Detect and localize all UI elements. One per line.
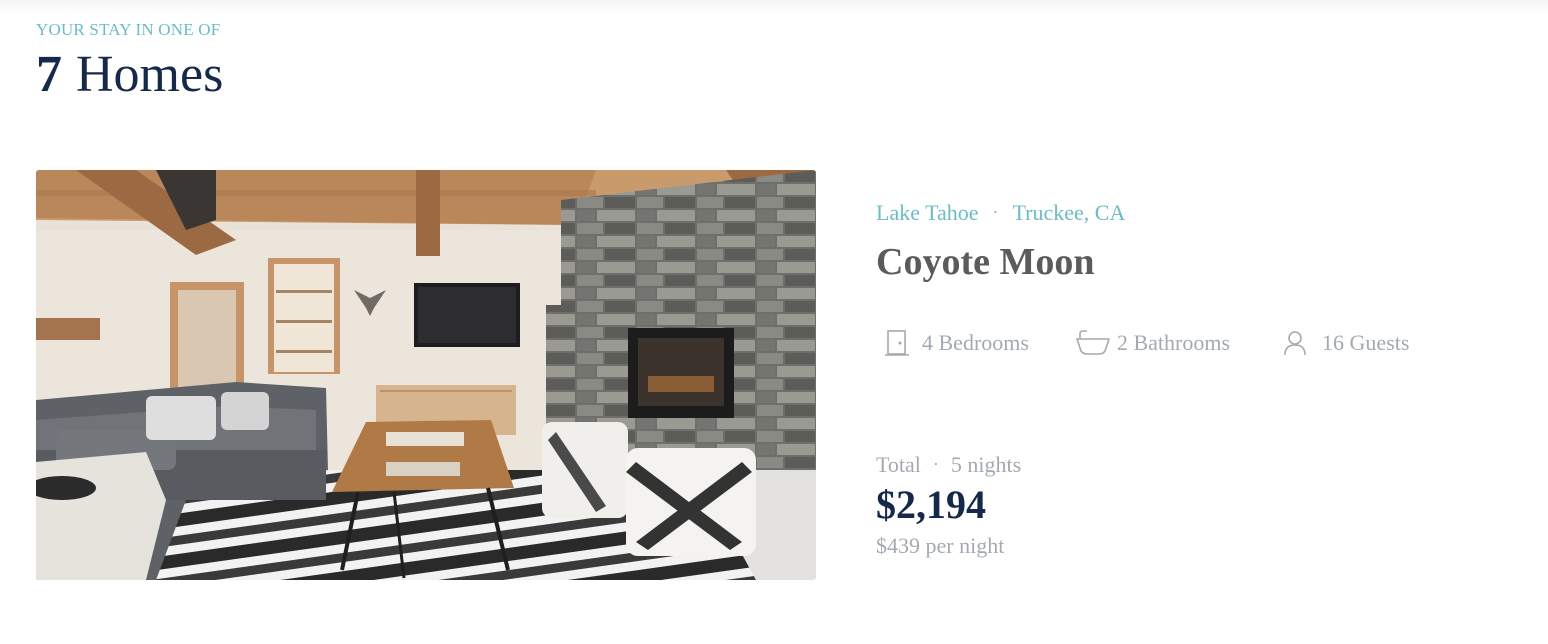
page-title: 7 Homes [36,44,223,106]
amenity-guests-label: 16 Guests [1322,330,1410,355]
door-icon [884,329,910,357]
amenity-bedrooms: 4 Bedrooms [884,329,1029,357]
total-price: $2,194 [876,482,986,527]
region-link[interactable]: Lake Tahoe [876,200,979,225]
total-label: Total [876,452,921,477]
city-link[interactable]: Truckee, CA [1013,200,1126,225]
nightly-rate: $439 per night [876,533,1005,558]
nights-count: 5 nights [950,452,1022,477]
homes-label: Homes [76,46,224,103]
listing-name[interactable]: Coyote Moon [876,240,1094,284]
total-summary: Total · 5 nights [876,452,1021,478]
amenity-guests: 16 Guests [1282,329,1409,357]
total-separator: · [932,454,939,474]
section-eyebrow: YOUR STAY IN ONE OF [36,20,221,39]
amenities-row: 4 Bedrooms 2 Bathrooms 16 Guests [884,326,1409,360]
amenity-bedrooms-label: 4 Bedrooms [922,330,1029,355]
listing-photo[interactable] [36,170,816,580]
top-divider [0,0,1548,14]
bathtub-icon [1075,329,1111,357]
listing-location: Lake Tahoe · Truckee, CA [876,200,1125,226]
homes-count: 7 [36,46,62,103]
amenity-bathrooms-label: 2 Bathrooms [1116,330,1231,355]
location-separator: · [992,202,999,222]
amenity-bathrooms: 2 Bathrooms [1075,329,1230,357]
person-icon [1282,329,1308,357]
